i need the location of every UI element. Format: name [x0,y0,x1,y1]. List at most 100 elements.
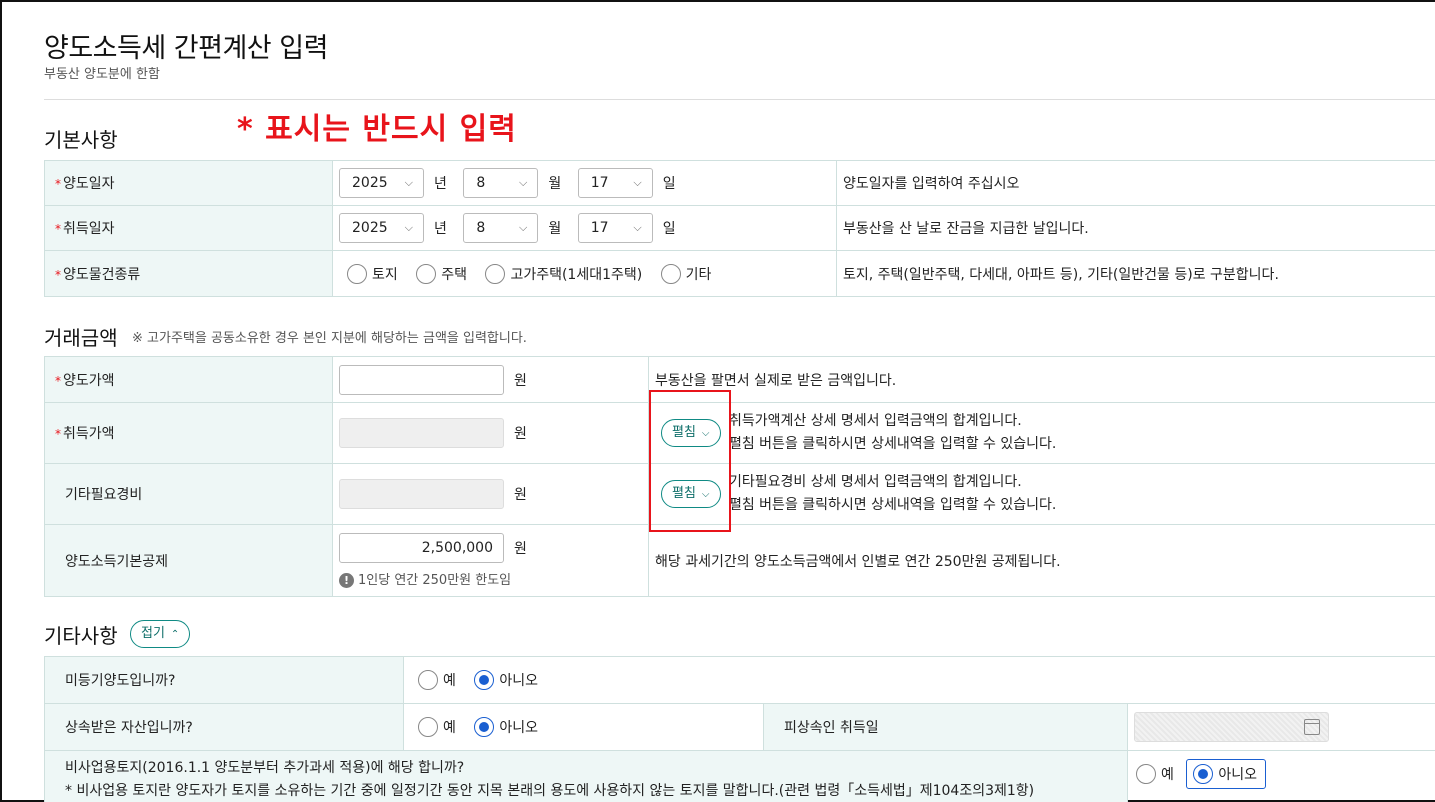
required-star: * [55,267,61,282]
table-row: 기타필요경비 원 펼침 ⌵ 기타필요경비 상세 명세서 입력금액의 합계입니다. … [44,463,1435,525]
page-title: 양도소득세 간편계산 입력 [44,33,328,64]
required-star: * [55,427,61,441]
label-cell: * 취득가액 [44,402,333,464]
radio-no[interactable] [474,717,495,737]
table-row: 미등기양도입니까? 예 아니오 [44,656,1435,704]
row-label: 취득일자 [63,221,115,237]
chevron-down-icon: ⌵ [633,176,642,189]
required-note: * 표시는 반드시 입력 [237,112,517,147]
sale-cell: 원 [332,356,649,403]
label-cell: 기타필요경비 [44,463,333,525]
label-cell: * 양도물건종류 [44,250,333,297]
date-cell [1127,703,1435,751]
question-line: 비사업용토지(2016.1.1 양도분부터 추가과세 적용)에 해당 합니까? [65,760,465,776]
desc-line: 취득가액계산 상세 명세서 입력금액의 합계입니다. [728,413,1022,429]
deduction-amount-input[interactable]: 2,500,000 [339,533,504,563]
expense-cell: 원 [332,463,649,525]
table-row: * 양도물건종류 토지 주택 고가주택(1세대1주택) 기타 토지, 주택(일반주… [44,250,1435,297]
question-note: * 비사업용 토지란 양도자가 토지를 소유하는 기간 중에 일정기간 동안 지… [65,783,1035,799]
title-divider [44,99,1435,100]
row-desc: 양도일자를 입력하여 주십시오 [836,160,1435,206]
label-cell: * 양도가액 [44,356,333,403]
inheritance-date-input [1134,712,1329,742]
month-select[interactable]: 8 ⌵ [463,213,539,243]
chevron-down-icon: ⌵ [701,489,710,500]
table-row: * 양도가액 원 부동산을 팔면서 실제로 받은 금액입니다. [44,356,1435,403]
table-row: * 취득일자 2025 ⌵ 년 8 ⌵ 월 17 ⌵ 일 부동산을 산 날로 잔금을 지급한 … [44,205,1435,251]
no-option-box[interactable]: 아니오 [1186,759,1266,789]
table-row: * 양도일자 2025 ⌵ 년 8 ⌵ 월 17 ⌵ 일 양도일자를 입력하여 주십시오 [44,160,1435,206]
page-subtitle: 부동산 양도분에 한함 [44,67,160,82]
desc-line: 기타필요경비 상세 명세서 입력금액의 합계입니다. [728,474,1022,490]
question-cell: 상속받은 자산입니까? [44,703,404,751]
label-cell: * 양도일자 [44,160,333,206]
month-select[interactable]: 8 ⌵ [463,168,539,198]
date-cell: 2025 ⌵ 년 8 ⌵ 월 17 ⌵ 일 [332,160,837,206]
expense-amount-input [339,479,504,509]
section-title-amount: 거래금액 [44,326,118,350]
answer-cell: 예 아니오 [1127,750,1435,802]
chevron-down-icon: ⌵ [633,221,642,234]
sale-amount-input[interactable] [339,364,504,395]
chevron-down-icon: ⌵ [519,221,528,234]
radio-luxury-house[interactable] [485,263,506,284]
expense-desc-cell: 펼침 ⌵ 기타필요경비 상세 명세서 입력금액의 합계입니다. 펼침 버튼을 클릭… [648,463,1435,525]
section-title-basic: 기본사항 [44,128,118,152]
row-desc: 부동산을 팔면서 실제로 받은 금액입니다. [648,356,1435,403]
radio-no[interactable] [1193,764,1214,784]
table-row: 양도소득기본공제 2,500,000 원 ! 1인당 연간 250만원 한도임 해당… [44,524,1435,597]
inheritance-date-label: 피상속인 취득일 [763,703,1128,751]
table-row: * 취득가액 원 펼침 ⌵ 취득가액계산 상세 명세서 입력금액의 합계입니다. 펼… [44,402,1435,464]
required-star: * [55,177,61,191]
answer-cell: 예 아니오 [403,703,764,751]
row-desc: 부동산을 산 날로 잔금을 지급한 날입니다. [836,205,1435,251]
radio-yes[interactable] [418,717,438,737]
row-label: 양도일자 [63,176,115,192]
table-row: 비사업용토지(2016.1.1 양도분부터 추가과세 적용)에 해당 합니까? … [44,750,1435,802]
question-cell: 비사업용토지(2016.1.1 양도분부터 추가과세 적용)에 해당 합니까? … [44,750,1128,802]
date-cell: 2025 ⌵ 년 8 ⌵ 월 17 ⌵ 일 [332,205,837,251]
radio-land[interactable] [347,263,367,284]
answer-cell: 예 아니오 [403,656,1435,704]
radio-no[interactable] [474,670,495,690]
row-desc: 해당 과세기간의 양도소득금액에서 인별로 연간 250만원 공제됩니다. [648,524,1435,597]
table-row: 상속받은 자산입니까? 예 아니오 피상속인 취득일 [44,703,1435,751]
required-star: * [55,373,61,388]
expand-expense-button[interactable]: 펼침 ⌵ [661,480,721,508]
calendar-icon [1304,719,1320,735]
year-select[interactable]: 2025 ⌵ [339,168,424,198]
etc-table: 미등기양도입니까? 예 아니오 상속받은 자산입니까? 예 아니오 피상속인 취… [44,656,1435,802]
acquisition-amount-input [339,418,504,448]
label-cell: * 취득일자 [44,205,333,251]
basic-table: * 양도일자 2025 ⌵ 년 8 ⌵ 월 17 ⌵ 일 양도일자를 입력하여 주십시오 * 취… [44,160,1435,297]
chevron-down-icon: ⌵ [701,428,710,439]
type-cell: 토지 주택 고가주택(1세대1주택) 기타 [332,250,837,297]
radio-yes[interactable] [418,670,438,690]
section-title-etc: 기타사항 [44,624,118,648]
desc-line: 펼침 버튼을 클릭하시면 상세내역을 입력할 수 있습니다. [728,497,1057,513]
year-select[interactable]: 2025 ⌵ [339,213,424,243]
info-icon: ! [339,573,354,588]
section-note-amount: ※ 고가주택을 공동소유한 경우 본인 지분에 해당하는 금액을 입력합니다. [132,331,527,346]
amount-table: * 양도가액 원 부동산을 팔면서 실제로 받은 금액입니다. * 취득가액 원 펼… [44,356,1435,597]
day-select[interactable]: 17 ⌵ [577,213,653,243]
chevron-down-icon: ⌵ [404,176,413,189]
radio-house[interactable] [416,263,437,284]
radio-yes[interactable] [1136,764,1156,784]
chevron-down-icon: ⌵ [519,176,528,189]
question-cell: 미등기양도입니까? [44,656,404,704]
deduction-cell: 2,500,000 원 ! 1인당 연간 250만원 한도임 [332,524,649,597]
chevron-up-icon: ⌃ [170,629,180,640]
row-label: 양도물건종류 [63,266,141,283]
collapse-etc-button[interactable]: 접기 ⌃ [130,620,191,648]
label-cell: 양도소득기본공제 [44,524,333,597]
acquisition-cell: 원 [332,402,649,464]
day-select[interactable]: 17 ⌵ [577,168,653,198]
deduction-hint: 1인당 연간 250만원 한도임 [358,573,512,588]
chevron-down-icon: ⌵ [404,221,413,234]
acquisition-desc-cell: 펼침 ⌵ 취득가액계산 상세 명세서 입력금액의 합계입니다. 펼침 버튼을 클릭… [648,402,1435,464]
required-star: * [55,222,61,236]
expand-acquisition-button[interactable]: 펼침 ⌵ [661,419,721,447]
radio-etc[interactable] [660,263,681,284]
desc-line: 펼침 버튼을 클릭하시면 상세내역을 입력할 수 있습니다. [728,436,1057,452]
